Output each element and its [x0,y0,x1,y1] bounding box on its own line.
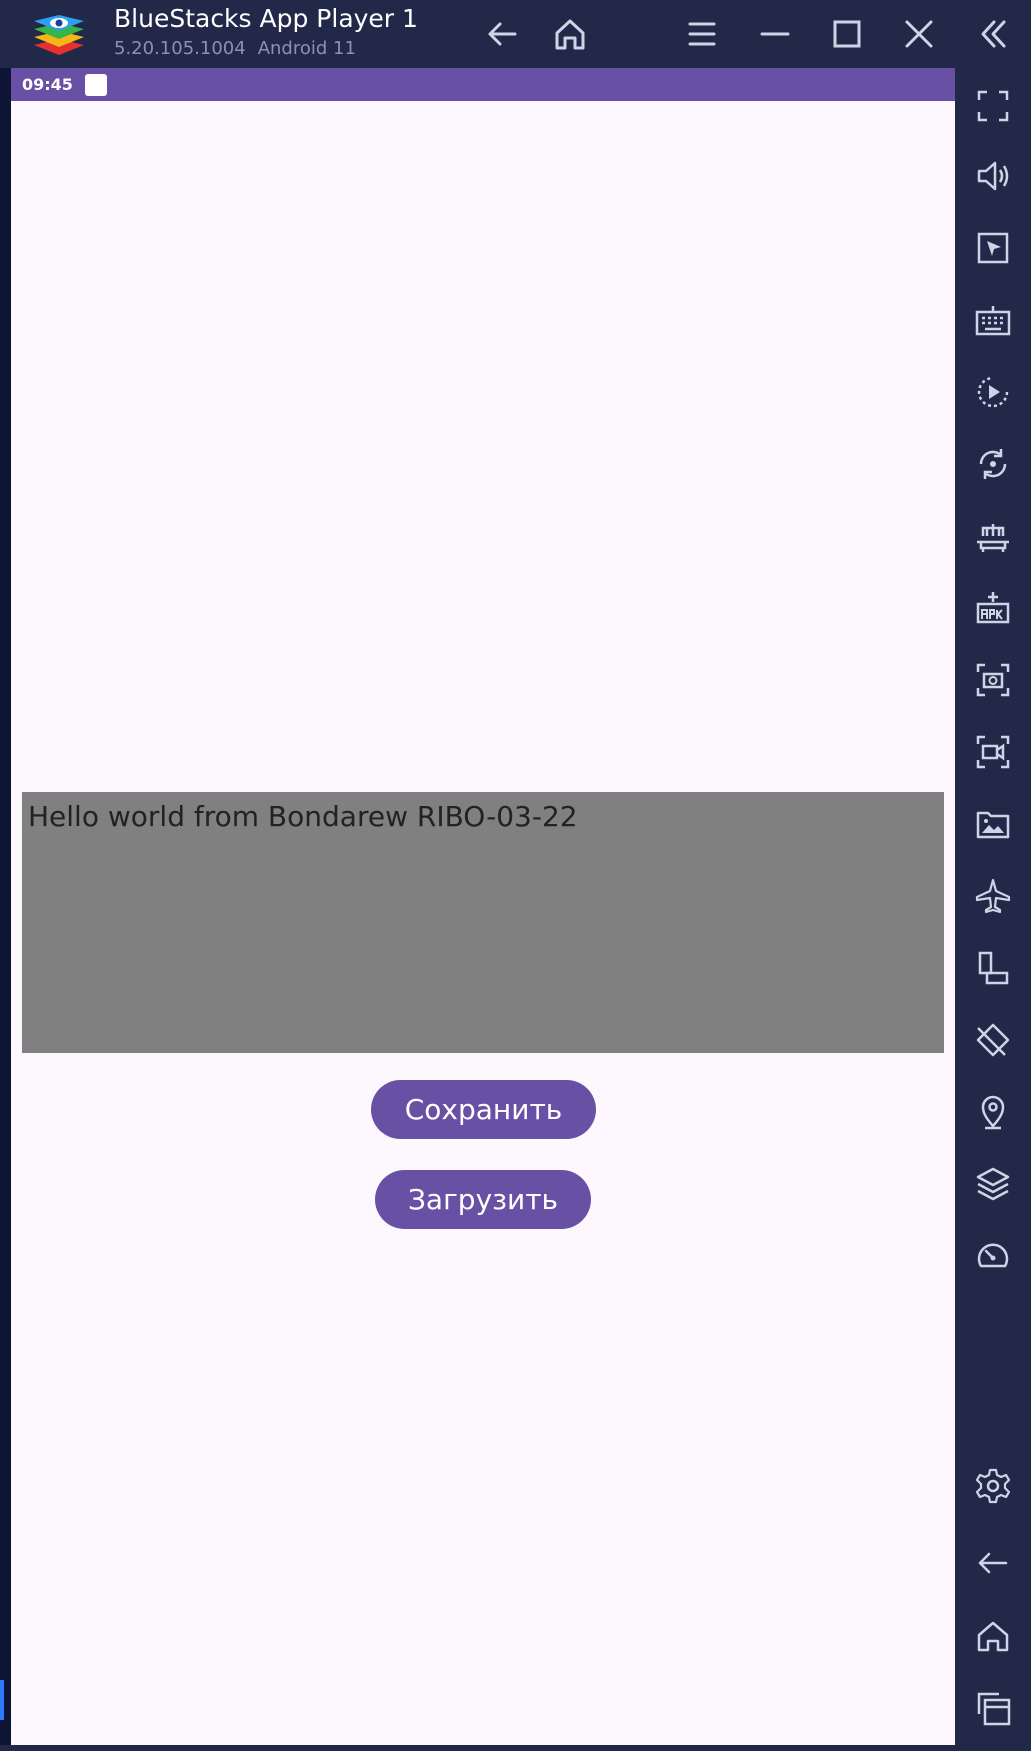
version-label: 5.20.105.1004 [114,38,246,59]
bluestacks-window: BlueStacks App Player 1 5.20.105.1004 And… [0,0,1031,1751]
rotate-device-icon[interactable] [973,948,1013,988]
right-toolbar [955,68,1031,1751]
window-subtitle: 5.20.105.1004 Android 11 [114,38,356,59]
media-folder-icon[interactable] [973,804,1013,844]
pointer-icon[interactable] [973,228,1013,268]
macro-play-icon[interactable] [973,372,1013,412]
layers-icon[interactable] [973,1164,1013,1204]
minimize-icon[interactable] [755,14,795,54]
save-button[interactable]: Сохранить [371,1080,596,1139]
keyboard-icon[interactable] [973,300,1013,340]
eco-mode-icon[interactable] [973,1020,1013,1060]
home-icon[interactable] [550,14,590,54]
menu-icon[interactable] [682,14,722,54]
back-icon[interactable] [973,1543,1013,1583]
home-icon[interactable] [973,1616,1013,1656]
fullscreen-icon[interactable] [973,86,1013,126]
status-bar: 09:45 [11,68,955,101]
window-titlebar: BlueStacks App Player 1 5.20.105.1004 And… [0,0,1031,68]
sync-rotate-icon[interactable] [973,444,1013,484]
screenshot-icon[interactable] [973,660,1013,700]
recent-apps-icon[interactable] [973,1688,1013,1728]
back-arrow-icon[interactable] [483,14,523,54]
bluestacks-logo [30,11,88,57]
notification-icon [85,74,107,96]
maximize-icon[interactable] [827,14,867,54]
window-edge-accent [0,1680,4,1720]
close-icon[interactable] [899,14,939,54]
settings-icon[interactable] [973,1466,1013,1506]
airplane-icon[interactable] [973,876,1013,916]
android-version-label: Android 11 [257,38,356,59]
bottom-strip [0,1745,955,1751]
volume-icon[interactable] [973,156,1013,196]
record-icon[interactable] [973,732,1013,772]
window-title: BlueStacks App Player 1 [114,4,418,33]
multi-instance-icon[interactable] [973,516,1013,556]
status-time: 09:45 [22,75,73,94]
location-icon[interactable] [973,1092,1013,1132]
text-view-content: Hello world from Bondarew RIBO-03-22 [28,800,578,833]
install-apk-icon[interactable] [973,588,1013,628]
android-screen: 09:45 Hello world from Bondarew RIBO-03-… [11,68,955,1745]
text-view: Hello world from Bondarew RIBO-03-22 [22,792,944,1053]
collapse-icon[interactable] [973,14,1013,54]
performance-icon[interactable] [973,1236,1013,1276]
load-button[interactable]: Загрузить [375,1170,591,1229]
